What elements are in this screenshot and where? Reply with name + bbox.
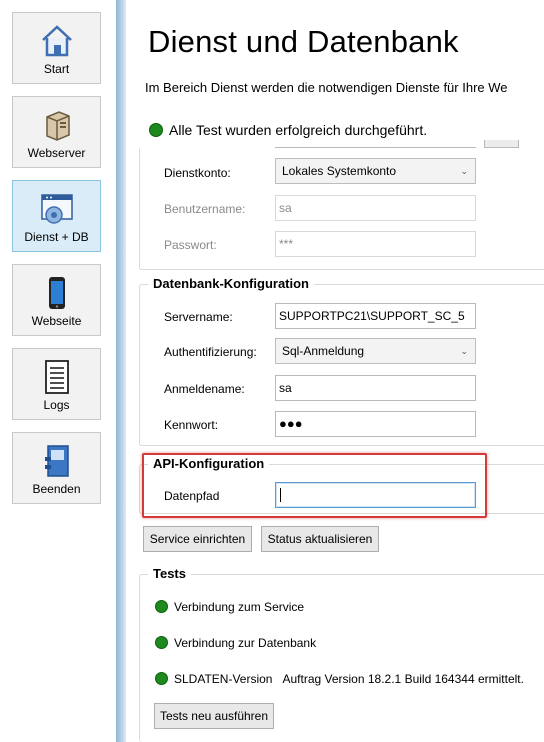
auth-select[interactable]: Sql-Anmeldung ⌄ [275, 338, 476, 364]
dienstkonto-label: Dienstkonto: [164, 166, 231, 180]
browse-button-partial[interactable] [484, 140, 519, 148]
highlight-box [142, 453, 487, 518]
nav-webserver[interactable]: Webserver [12, 96, 101, 168]
passwort-field[interactable]: *** [275, 231, 476, 257]
nav-webseite-label: Webseite [31, 314, 82, 328]
nav-dienst-db-label: Dienst + DB [24, 230, 89, 244]
test-row-database: Verbindung zur Datenbank [155, 636, 316, 650]
nav-webseite[interactable]: Webseite [12, 264, 101, 336]
auth-label: Authentifizierung: [164, 345, 257, 359]
service-db-icon [40, 194, 73, 224]
nav-start[interactable]: Start [12, 12, 101, 84]
database-group-title: Datenbank-Konfiguration [148, 276, 314, 291]
exit-door-icon [44, 445, 69, 477]
field-partial [275, 140, 476, 148]
status-line: Alle Test wurden erfolgreich durchgeführ… [149, 122, 427, 138]
page-title: Dienst und Datenbank [148, 24, 459, 59]
log-document-icon [44, 360, 69, 394]
dienstkonto-value: Lokales Systemkonto [282, 164, 397, 178]
server-icon [45, 111, 70, 141]
service-einrichten-button[interactable]: Service einrichten [143, 526, 252, 552]
page-description: Im Bereich Dienst werden die notwendigen… [145, 80, 508, 95]
servername-field[interactable]: SUPPORTPC21\SUPPORT_SC_5 [275, 303, 476, 329]
anmeldename-field[interactable]: sa [275, 375, 476, 401]
passwort-label: Passwort: [164, 238, 217, 252]
benutzername-field[interactable]: sa [275, 195, 476, 221]
chevron-down-icon: ⌄ [460, 346, 468, 356]
test-label: Verbindung zur Datenbank [174, 636, 317, 650]
nav-beenden-label: Beenden [32, 482, 81, 496]
tests-group-title: Tests [148, 566, 191, 581]
test-row-service: Verbindung zum Service [155, 600, 304, 614]
test-ok-icon [155, 672, 168, 685]
tests-neu-ausfuehren-button[interactable]: Tests neu ausführen [154, 703, 274, 729]
benutzername-label: Benutzername: [164, 202, 246, 216]
sidebar: Start Webserver Dienst + DB Webseite Log… [0, 0, 116, 742]
kennwort-label: Kennwort: [164, 418, 219, 432]
chevron-down-icon: ⌄ [460, 166, 468, 176]
nav-start-label: Start [43, 62, 70, 76]
smartphone-icon [48, 277, 65, 309]
anmeldename-label: Anmeldename: [164, 382, 245, 396]
sidebar-divider [116, 0, 126, 742]
auth-value: Sql-Anmeldung [282, 344, 365, 358]
test-label: Verbindung zum Service [174, 600, 305, 614]
test-ok-icon [155, 600, 168, 613]
nav-webserver-label: Webserver [27, 146, 86, 160]
servername-label: Servername: [164, 310, 233, 324]
home-icon [41, 25, 72, 57]
test-label: SLDATEN-Version [174, 672, 273, 686]
test-row-version: SLDATEN-Version Auftrag Version 18.2.1 Bu… [155, 672, 524, 686]
test-detail: Auftrag Version 18.2.1 Build 164344 ermi… [282, 672, 524, 686]
status-text: Alle Test wurden erfolgreich durchgeführ… [169, 122, 428, 138]
status-ok-icon [149, 123, 163, 137]
nav-logs[interactable]: Logs [12, 348, 101, 420]
nav-beenden[interactable]: Beenden [12, 432, 101, 504]
dienstkonto-select[interactable]: Lokales Systemkonto ⌄ [275, 158, 476, 184]
kennwort-field[interactable]: ●●● [275, 411, 476, 437]
nav-logs-label: Logs [43, 398, 70, 412]
status-aktualisieren-button[interactable]: Status aktualisieren [261, 526, 379, 552]
nav-dienst-db[interactable]: Dienst + DB [12, 180, 101, 252]
test-ok-icon [155, 636, 168, 649]
